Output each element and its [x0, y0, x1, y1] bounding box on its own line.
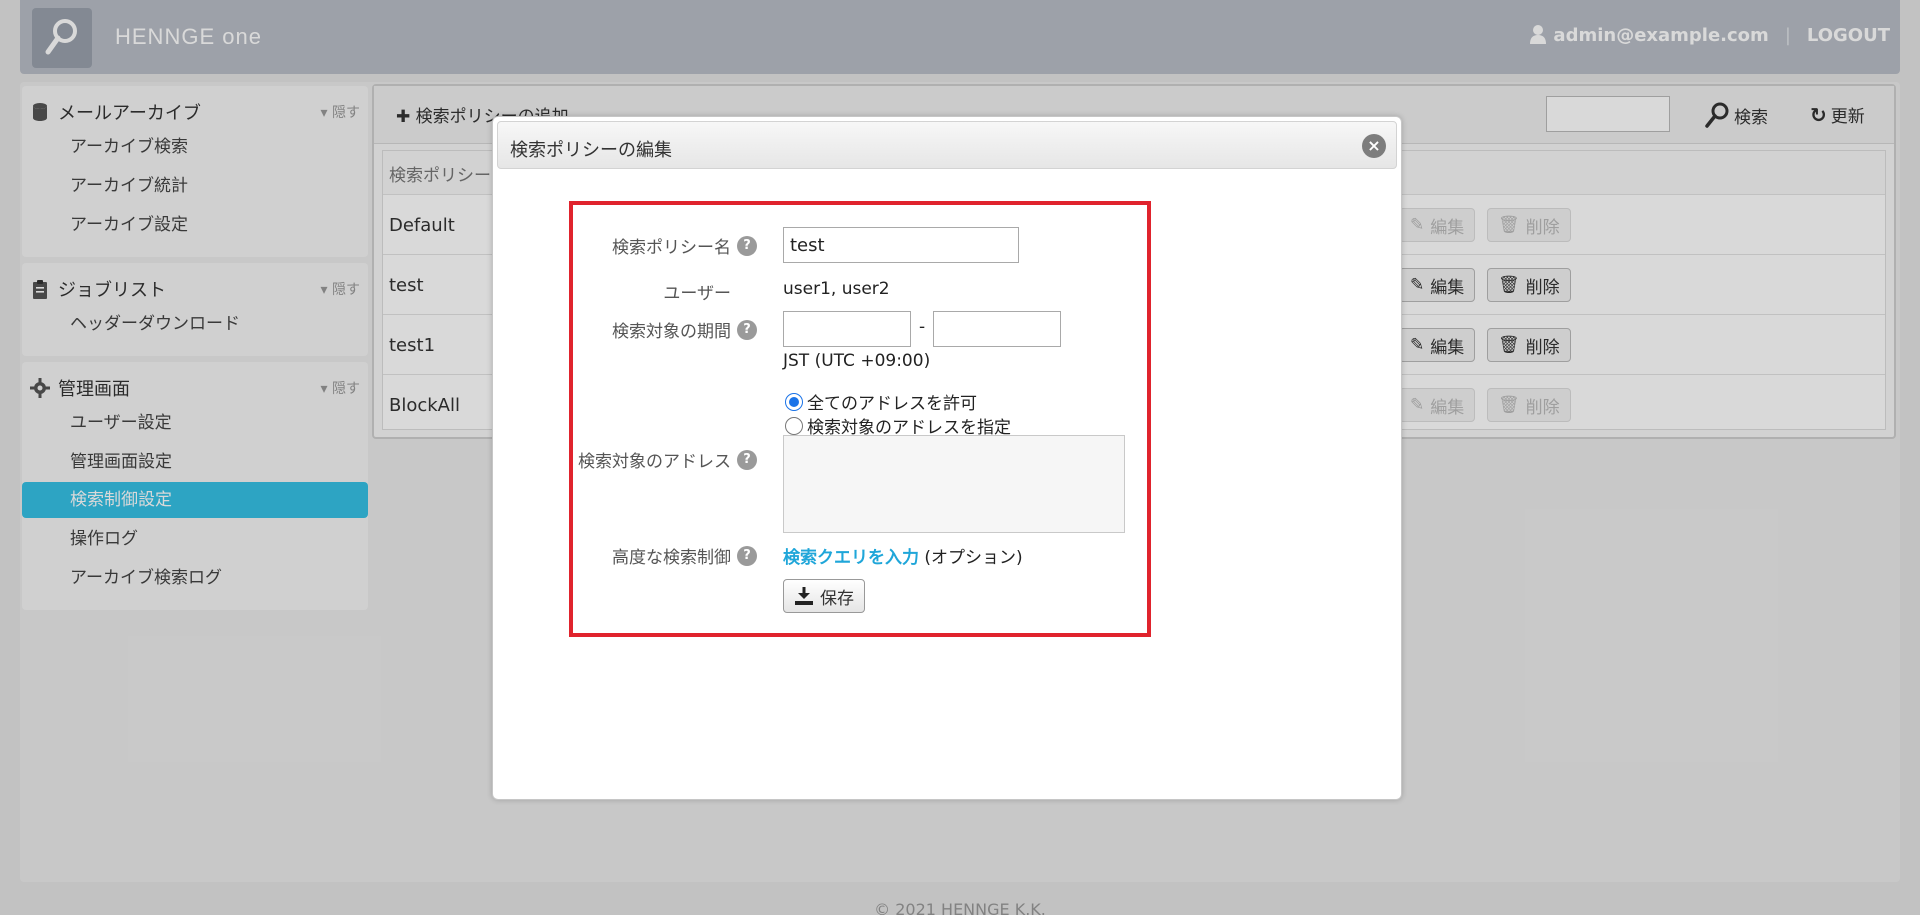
dialog-header: 検索ポリシーの編集 × [497, 121, 1397, 169]
close-icon[interactable]: × [1362, 134, 1386, 158]
advanced-label: 高度な検索制御? [612, 543, 757, 568]
help-icon[interactable]: ? [737, 235, 757, 256]
address-label: 検索対象のアドレス? [578, 447, 757, 472]
policy-name-input[interactable] [783, 227, 1019, 263]
help-icon[interactable]: ? [737, 319, 757, 340]
user-label: ユーザー [663, 284, 731, 304]
address-textarea[interactable] [783, 435, 1125, 533]
advanced-label-text: 高度な検索制御 [612, 548, 731, 568]
advanced-query-area: 検索クエリを入力 (オプション) [783, 543, 1023, 568]
policy-form: 検索ポリシー名? ユーザー user1, user2 検索対象の期間? - JS… [569, 201, 1151, 637]
save-label: 保存 [820, 588, 854, 609]
timezone-text: JST (UTC +09:00) [783, 351, 931, 371]
radio-allow-all-label: 全てのアドレスを許可 [807, 394, 977, 414]
query-input-link[interactable]: 検索クエリを入力 [783, 548, 919, 568]
dialog-title: 検索ポリシーの編集 [510, 140, 672, 161]
period-start-input[interactable] [783, 311, 911, 347]
save-button[interactable]: 保存 [783, 579, 865, 613]
help-icon[interactable]: ? [737, 545, 757, 566]
help-icon[interactable]: ? [737, 449, 757, 470]
address-label-text: 検索対象のアドレス [578, 452, 731, 472]
radio-allow-all[interactable]: 全てのアドレスを許可 [785, 389, 977, 414]
policy-name-label: 検索ポリシー名? [612, 233, 757, 258]
policy-name-label-text: 検索ポリシー名 [612, 238, 731, 258]
period-label-text: 検索対象の期間 [612, 322, 731, 342]
edit-policy-dialog: 検索ポリシーの編集 × 検索ポリシー名? ユーザー user1, user2 検… [492, 116, 1402, 800]
radio-button[interactable] [785, 416, 803, 435]
download-icon [795, 587, 813, 605]
user-value: user1, user2 [783, 279, 890, 299]
option-text: (オプション) [924, 548, 1023, 568]
period-label: 検索対象の期間? [612, 317, 757, 342]
period-separator: - [919, 317, 926, 337]
period-end-input[interactable] [933, 311, 1061, 347]
radio-button-selected[interactable] [785, 392, 803, 411]
